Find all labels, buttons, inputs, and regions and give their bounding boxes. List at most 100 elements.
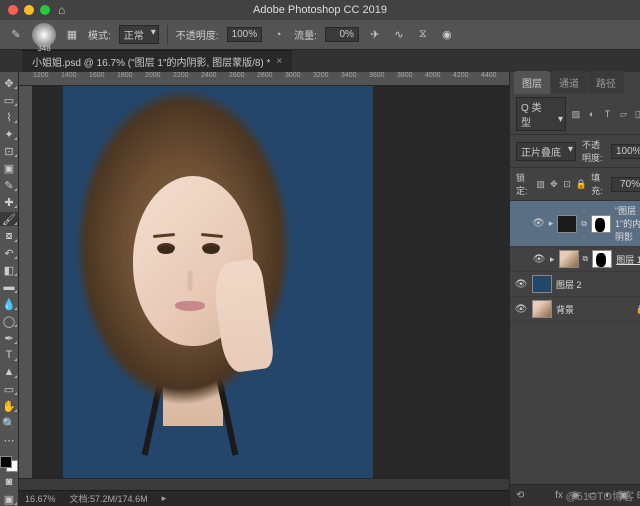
crop-tool[interactable]: ⊡ bbox=[0, 144, 18, 158]
visibility-toggle[interactable]: 👁 bbox=[514, 304, 528, 315]
tab-paths[interactable]: 路径 bbox=[588, 71, 624, 94]
delete-icon[interactable]: ⊞ bbox=[637, 490, 640, 501]
tab-layers[interactable]: 图层 bbox=[514, 71, 550, 94]
brush-tool-icon[interactable]: ✎ bbox=[8, 27, 24, 43]
ruler-tick: 3400 bbox=[341, 72, 369, 85]
lock-position-icon[interactable]: ✥ bbox=[549, 178, 558, 190]
layer-row[interactable]: 👁 背景 🔒 bbox=[510, 297, 640, 322]
tools-panel: ✥ ▭ ⌇ ✦ ⊡ ▣ ✎ ✚ 🖌 ⧇ ↶ ◧ ▬ 💧 ◯ ✒ T ▲ ▭ ✋ … bbox=[0, 72, 19, 506]
lock-icon: 🔒 bbox=[636, 304, 640, 315]
frame-tool[interactable]: ▣ bbox=[0, 161, 18, 175]
filter-shape-icon[interactable]: ▱ bbox=[617, 108, 629, 120]
subject-image bbox=[43, 86, 303, 478]
filter-smart-icon[interactable]: ◫ bbox=[633, 108, 640, 120]
zoom-tool[interactable]: 🔍 bbox=[0, 416, 18, 430]
path-select-tool[interactable]: ▲ bbox=[0, 365, 18, 379]
layer-blend-select[interactable]: 正片叠底 bbox=[516, 142, 576, 161]
layer-thumbnail[interactable] bbox=[532, 275, 552, 293]
layer-row[interactable]: 👁 ▸ ⧉ 图层 1 bbox=[510, 247, 640, 272]
smoothing-icon[interactable]: ∿ bbox=[391, 27, 407, 43]
layer-thumbnail[interactable] bbox=[591, 215, 611, 233]
layer-thumbnail[interactable] bbox=[559, 250, 579, 268]
ruler-tick: 3800 bbox=[397, 72, 425, 85]
chevron-icon: ▸ bbox=[549, 218, 554, 229]
edit-toolbar[interactable]: ⋯ bbox=[0, 433, 18, 447]
tab-channels[interactable]: 通道 bbox=[551, 71, 587, 94]
layer-opacity-input[interactable]: 100% bbox=[611, 144, 640, 159]
lock-artboard-icon[interactable]: ⊡ bbox=[563, 178, 572, 190]
ruler-tick: 4200 bbox=[453, 72, 481, 85]
layer-row[interactable]: 👁 ▸ ⧉ "图层 1"的内阴影 bbox=[510, 201, 640, 247]
quick-mask-toggle[interactable]: ◙ bbox=[0, 475, 18, 489]
ruler-vertical[interactable] bbox=[19, 86, 33, 478]
airbrush-icon[interactable]: ✈ bbox=[367, 27, 383, 43]
dodge-tool[interactable]: ◯ bbox=[0, 314, 18, 328]
status-chevron-icon[interactable]: ▸ bbox=[162, 493, 167, 504]
type-tool[interactable]: T bbox=[0, 348, 18, 362]
hand-tool[interactable]: ✋ bbox=[0, 399, 18, 413]
status-bar: 16.67% 文档:57.2M/174.6M ▸ bbox=[19, 490, 509, 506]
link-layers-icon[interactable]: ⟲ bbox=[516, 490, 524, 501]
layer-row[interactable]: 👁 图层 2 bbox=[510, 272, 640, 297]
pen-tool[interactable]: ✒ bbox=[0, 331, 18, 345]
visibility-toggle[interactable]: 👁 bbox=[514, 279, 528, 290]
brush-preset[interactable]: 348 bbox=[32, 23, 56, 47]
symmetry-icon[interactable]: ⧖ bbox=[415, 27, 431, 43]
quick-select-tool[interactable]: ✦ bbox=[0, 127, 18, 141]
screen-mode-toggle[interactable]: ▣ bbox=[0, 492, 18, 506]
lock-all-icon[interactable]: 🔒 bbox=[576, 178, 587, 190]
close-tab-icon[interactable]: × bbox=[276, 56, 282, 67]
layer-name[interactable]: 图层 1 bbox=[616, 253, 640, 266]
close-icon[interactable] bbox=[8, 5, 18, 15]
filter-adjust-icon[interactable]: ◐ bbox=[586, 108, 598, 120]
lock-pixels-icon[interactable]: ▨ bbox=[536, 178, 545, 190]
ruler-tick: 4400 bbox=[481, 72, 509, 85]
lasso-tool[interactable]: ⌇ bbox=[0, 110, 18, 124]
layer-thumbnail[interactable] bbox=[532, 300, 552, 318]
pressure-opacity-icon[interactable]: ◔ bbox=[270, 27, 286, 43]
document-tab[interactable]: 小姐姐.psd @ 16.7% ("图层 1"的内阴影, 图层蒙版/8) * × bbox=[22, 50, 292, 72]
filter-pixel-icon[interactable]: ▨ bbox=[570, 108, 582, 120]
pressure-size-icon[interactable]: ◉ bbox=[439, 27, 455, 43]
visibility-toggle[interactable]: 👁 bbox=[532, 218, 545, 229]
ruler-horizontal[interactable]: 1200140016001800200022002400260028003000… bbox=[19, 72, 509, 86]
chevron-icon: ▸ bbox=[550, 254, 555, 265]
layer-name[interactable]: 图层 2 bbox=[556, 278, 582, 291]
layer-name[interactable]: "图层 1"的内阴影 bbox=[615, 204, 640, 243]
gradient-tool[interactable]: ▬ bbox=[0, 280, 18, 294]
blur-tool[interactable]: 💧 bbox=[0, 297, 18, 311]
marquee-tool[interactable]: ▭ bbox=[0, 93, 18, 107]
healing-tool[interactable]: ✚ bbox=[0, 195, 18, 209]
home-icon[interactable]: ⌂ bbox=[58, 3, 65, 17]
zoom-level[interactable]: 16.67% bbox=[25, 494, 56, 504]
opacity-input[interactable]: 100% bbox=[227, 27, 263, 42]
blend-mode-select[interactable]: 正常 bbox=[119, 25, 159, 44]
eyedropper-tool[interactable]: ✎ bbox=[0, 178, 18, 192]
history-brush-tool[interactable]: ↶ bbox=[0, 246, 18, 260]
stamp-tool[interactable]: ⧇ bbox=[0, 229, 18, 243]
fx-icon[interactable]: fx bbox=[555, 490, 563, 501]
layer-name[interactable]: 背景 bbox=[556, 303, 574, 316]
canvas[interactable] bbox=[33, 86, 509, 478]
layer-thumbnail[interactable] bbox=[592, 250, 612, 268]
app-title: Adobe Photoshop CC 2019 bbox=[253, 4, 387, 16]
shape-tool[interactable]: ▭ bbox=[0, 382, 18, 396]
color-swatches[interactable] bbox=[0, 456, 18, 472]
filter-type-select[interactable]: Q 类型 bbox=[516, 97, 566, 131]
brush-tool[interactable]: 🖌 bbox=[0, 212, 18, 226]
minimize-icon[interactable] bbox=[24, 5, 34, 15]
eraser-tool[interactable]: ◧ bbox=[0, 263, 18, 277]
foreground-color[interactable] bbox=[0, 456, 12, 468]
filter-type-icon[interactable]: T bbox=[602, 108, 614, 120]
scrollbar-horizontal[interactable] bbox=[19, 478, 509, 490]
flow-input[interactable]: 0% bbox=[325, 27, 359, 42]
fill-input[interactable]: 70% bbox=[611, 177, 640, 192]
visibility-toggle[interactable]: 👁 bbox=[532, 254, 546, 265]
link-icon[interactable]: ⧉ bbox=[581, 219, 587, 229]
link-icon[interactable]: ⧉ bbox=[583, 254, 589, 264]
window-controls bbox=[8, 5, 50, 15]
brush-panel-icon[interactable]: ▦ bbox=[64, 27, 80, 43]
move-tool[interactable]: ✥ bbox=[0, 76, 18, 90]
maximize-icon[interactable] bbox=[40, 5, 50, 15]
layer-thumbnail[interactable] bbox=[557, 215, 577, 233]
